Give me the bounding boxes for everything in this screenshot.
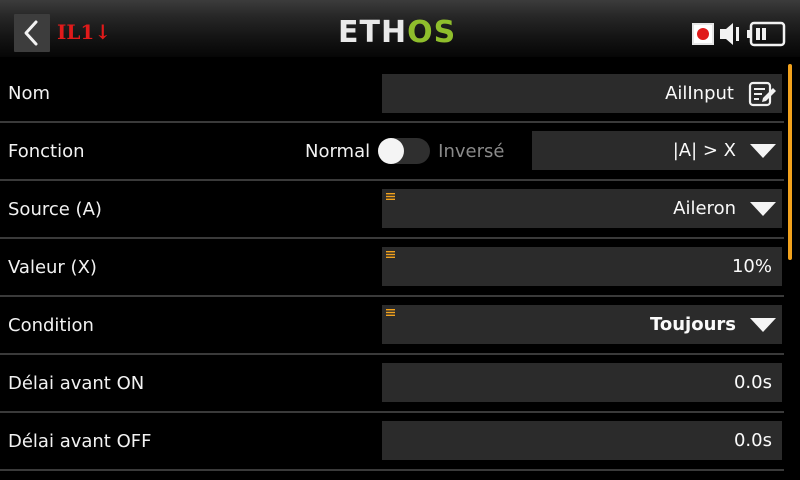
row-label: Nom [8,83,51,104]
model-id: IL1↓ [57,20,111,44]
header-bar: IL1↓ ETHOS [0,0,800,58]
row-label: Condition [8,314,94,336]
row-label: Délai avant OFF [8,430,152,452]
options-lines-icon [386,309,395,316]
logo-os: OS [407,15,457,50]
delay-off-value: 0.0s [733,430,772,451]
row-fonction: Fonction Normal Inversé |A| > X [0,123,784,181]
row-delai-off: Délai avant OFF 0.0s [0,413,784,471]
options-lines-icon [386,193,395,200]
back-button[interactable] [14,14,50,52]
settings-list: Nom AilInput Fonction Normal Inversé |A|… [0,66,784,471]
row-label: Source (A) [8,198,102,220]
dropdown-caret-icon [750,317,776,332]
dropdown-caret-icon [750,143,776,158]
status-icons [692,20,786,48]
row-nom: Nom AilInput [0,66,784,123]
source-select[interactable]: Aileron [382,189,782,228]
condition-value: Toujours [649,314,736,335]
inverse-label: Inversé [438,140,505,162]
record-icon[interactable] [692,23,714,45]
delay-on-field[interactable]: 0.0s [382,363,782,402]
value-value: 10% [731,256,772,277]
source-value: Aileron [673,198,736,219]
speaker-icon[interactable] [718,21,742,47]
row-condition: Condition Toujours [0,297,784,355]
delay-off-field[interactable]: 0.0s [382,421,782,460]
back-chevron-icon [24,20,38,46]
toggle-knob [378,138,405,164]
condition-select[interactable]: Toujours [382,305,782,344]
options-lines-icon [386,251,395,258]
row-label: Fonction [8,140,85,162]
invert-toggle[interactable] [378,138,431,164]
row-delai-on: Délai avant ON 0.0s [0,355,784,413]
model-arrow: ↓ [94,20,112,44]
name-field[interactable]: AilInput [382,74,782,113]
screen: IL1↓ ETHOS Nom AilInput Fonction Normal … [0,0,800,480]
row-label: Délai avant ON [8,372,145,394]
row-label: Valeur (X) [8,256,97,278]
normal-label: Normal [305,140,371,162]
value-field[interactable]: 10% [382,247,782,286]
name-value: AilInput [665,83,734,104]
function-value: |A| > X [672,140,736,161]
dropdown-caret-icon [750,201,776,216]
scrollbar[interactable] [788,64,792,260]
battery-icon [747,21,786,47]
logo-eth: ETH [338,15,408,50]
delay-on-value: 0.0s [733,372,772,393]
function-select[interactable]: |A| > X [532,131,782,170]
row-valeur: Valeur (X) 10% [0,239,784,297]
ethos-logo: ETHOS [338,14,456,52]
model-id-text: IL1 [57,20,95,44]
invert-toggle-group: Normal Inversé [305,123,504,179]
row-source: Source (A) Aileron [0,181,784,239]
edit-icon[interactable] [748,81,776,107]
